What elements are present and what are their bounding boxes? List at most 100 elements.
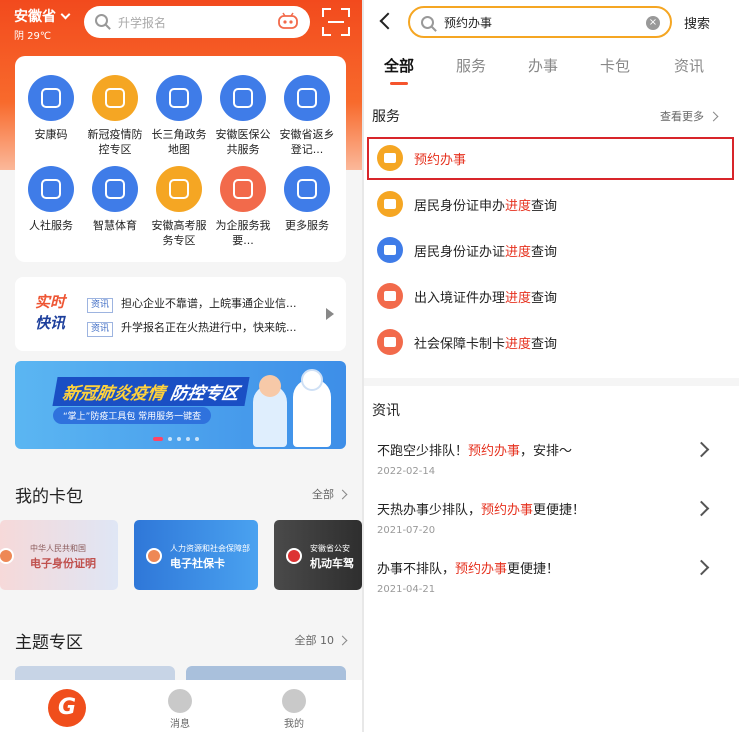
news-badge-bottom: 快讯 bbox=[35, 314, 66, 332]
service-label: 安徽高考服务专区 bbox=[151, 219, 207, 247]
search-icon bbox=[421, 16, 434, 29]
service-result-item[interactable]: 居民身份证办证进度查询 bbox=[364, 228, 739, 272]
search-button[interactable]: 搜索 bbox=[684, 13, 710, 32]
epidemic-banner[interactable]: 新冠肺炎疫情 防控专区 “掌上”防疫工具包 常用服务一键查 bbox=[15, 361, 346, 449]
card-name: 电子社保卡 bbox=[170, 557, 225, 570]
banner-title-b: 防控专区 bbox=[168, 384, 241, 404]
news-ticker[interactable]: 实时快讯 资讯 担心企业不靠谱，上皖事通企业信... 资讯 升学报名正在火热进行中，… bbox=[15, 277, 346, 351]
back-arrow-icon[interactable] bbox=[379, 12, 397, 30]
service-item[interactable]: 安康码 bbox=[20, 75, 82, 142]
news-text: 升学报名正在火热进行中，快来皖... bbox=[121, 321, 297, 334]
service-item[interactable]: 更多服务 bbox=[276, 166, 338, 233]
news-result-item[interactable]: 不跑空少排队！预约办事，安排～ 2022-02-14 bbox=[377, 440, 717, 477]
text-part: 社会保障卡制卡 bbox=[414, 337, 506, 352]
scan-icon[interactable] bbox=[322, 8, 350, 36]
text-part: 出入境证件办理 bbox=[414, 291, 506, 306]
tab-services[interactable]: 服务 bbox=[456, 55, 486, 76]
home-tab-icon[interactable]: G bbox=[48, 689, 86, 727]
service-item[interactable]: 新冠疫情防控专区 bbox=[84, 75, 146, 157]
service-item[interactable]: 安徽高考服务专区 bbox=[148, 166, 210, 248]
service-item[interactable]: 安徽省返乡登记... bbox=[276, 75, 338, 157]
news-tag: 资讯 bbox=[87, 298, 114, 313]
card-section-more[interactable]: 全部 bbox=[312, 486, 346, 502]
user-icon bbox=[282, 689, 306, 713]
highlight-box bbox=[367, 137, 734, 180]
theme-section-title: 主题专区 bbox=[15, 633, 83, 653]
mail-icon bbox=[220, 166, 266, 212]
search-placeholder: 升学报名 bbox=[118, 16, 167, 30]
heart-plus-icon bbox=[284, 75, 330, 121]
service-result-item[interactable]: 出入境证件办理进度查询 bbox=[364, 274, 739, 318]
keyword-highlight: 进度 bbox=[505, 337, 532, 352]
news-title: 天热办事少排队，预约办事更便捷！ bbox=[377, 499, 717, 518]
tab-profile[interactable]: 我的 bbox=[254, 680, 334, 730]
service-label: 安康码 bbox=[34, 128, 68, 141]
banner-title-a: 新冠肺炎疫情 bbox=[60, 384, 167, 404]
news-item[interactable]: 资讯 升学报名正在火热进行中，快来皖... bbox=[87, 319, 297, 337]
grid-icon bbox=[284, 166, 330, 212]
tab-affairs[interactable]: 办事 bbox=[528, 55, 558, 76]
province-label: 安徽省 bbox=[14, 9, 56, 25]
card-issuer: 安徽省公安 bbox=[310, 544, 350, 553]
service-label: 为企服务我要... bbox=[215, 219, 271, 247]
news-result-item[interactable]: 天热办事少排队，预约办事更便捷！ 2021-07-20 bbox=[377, 499, 717, 536]
news-badge-top: 实时 bbox=[35, 293, 66, 311]
tab-news[interactable]: 资讯 bbox=[674, 55, 704, 76]
news-title: 不跑空少排队！预约办事，安排～ bbox=[377, 440, 717, 459]
news-title: 办事不排队，预约办事更便捷！ bbox=[377, 558, 717, 577]
service-item[interactable]: 长三角政务地图 bbox=[148, 75, 210, 157]
clear-icon[interactable]: × bbox=[646, 16, 660, 30]
news-result-item[interactable]: 办事不排队，预约办事更便捷！ 2021-04-21 bbox=[377, 558, 717, 595]
service-item[interactable]: 智慧体育 bbox=[84, 166, 146, 233]
service-item[interactable]: 为企服务我要... bbox=[212, 166, 274, 248]
tab-all[interactable]: 全部 bbox=[384, 55, 414, 85]
services-more-link[interactable]: 查看更多 bbox=[660, 108, 717, 124]
chevron-down-icon bbox=[60, 9, 71, 20]
text-part: 更便捷！ bbox=[507, 562, 560, 577]
services-heading: 服务 bbox=[372, 109, 400, 125]
service-result-item[interactable]: 社会保障卡制卡进度查询 bbox=[364, 320, 739, 364]
result-tabs: 全部 服务 办事 卡包 资讯 bbox=[364, 55, 739, 85]
service-result-text: 出入境证件办理进度查询 bbox=[414, 287, 557, 306]
province-selector[interactable]: 安徽省 bbox=[14, 6, 71, 26]
news-item[interactable]: 资讯 担心企业不靠谱，上皖事通企业信... bbox=[87, 295, 297, 313]
home-screen: 安徽省 阴 29℃ 升学报名 安康码 新冠疫情防控专区 长三角政务地图 安徽医保公共服… bbox=[0, 0, 362, 732]
play-icon[interactable] bbox=[326, 308, 334, 320]
robot-assistant-icon[interactable] bbox=[278, 12, 298, 30]
service-label: 安徽医保公共服务 bbox=[215, 128, 271, 156]
keyword-highlight: 进度 bbox=[505, 291, 532, 306]
service-result-item[interactable]: 居民身份证申办进度查询 bbox=[364, 182, 739, 226]
card-name: 电子身份证明 bbox=[30, 557, 96, 570]
text-part: 查询 bbox=[531, 245, 558, 260]
service-label: 更多服务 bbox=[285, 219, 329, 232]
text-part: 查询 bbox=[531, 337, 558, 352]
news-date: 2022-02-14 bbox=[377, 466, 436, 477]
runner-icon bbox=[92, 166, 138, 212]
card-item[interactable]: 安徽省公安 机动车驾 bbox=[274, 520, 362, 590]
service-item[interactable]: 安徽医保公共服务 bbox=[212, 75, 274, 157]
news-heading: 资讯 bbox=[372, 403, 400, 419]
card-item[interactable]: 人力资源和社会保障部 电子社保卡 bbox=[134, 520, 258, 590]
search-field[interactable] bbox=[444, 15, 644, 29]
banner-title: 新冠肺炎疫情 防控专区 bbox=[52, 377, 250, 406]
news-date: 2021-04-21 bbox=[377, 584, 436, 595]
tab-cards[interactable]: 卡包 bbox=[600, 55, 630, 76]
section-separator bbox=[364, 378, 739, 386]
card-name: 机动车驾 bbox=[310, 557, 354, 570]
news-text: 担心企业不靠谱，上皖事通企业信... bbox=[121, 297, 297, 310]
search-input[interactable]: × bbox=[408, 6, 672, 38]
doctors-illustration bbox=[245, 367, 335, 447]
text-part: ，安排～ bbox=[520, 444, 573, 459]
service-label: 人社服务 bbox=[29, 219, 73, 232]
home-search-bar[interactable]: 升学报名 bbox=[84, 6, 310, 38]
tab-messages[interactable]: 消息 bbox=[140, 680, 220, 730]
social-card-icon bbox=[377, 329, 403, 355]
service-item[interactable]: 人社服务 bbox=[20, 166, 82, 233]
keyword-highlight: 预约办事 bbox=[455, 562, 508, 577]
card-item[interactable]: 中华人民共和国 电子身份证明 bbox=[0, 520, 118, 590]
id-card-icon bbox=[377, 237, 403, 263]
news-tag: 资讯 bbox=[87, 322, 114, 337]
bottom-tab-bar: G 消息 我的 bbox=[0, 680, 362, 732]
text-part: 天热办事少排队， bbox=[377, 503, 482, 518]
theme-section-more[interactable]: 全部 10 bbox=[295, 632, 347, 648]
